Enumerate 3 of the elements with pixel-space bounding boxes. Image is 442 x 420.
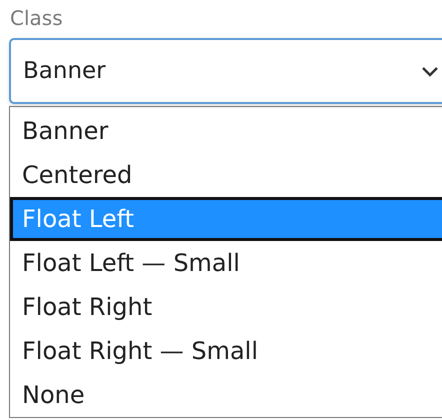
chevron-down-icon — [421, 66, 439, 76]
field-label: Class — [9, 5, 63, 32]
class-select[interactable]: Banner — [9, 38, 442, 104]
